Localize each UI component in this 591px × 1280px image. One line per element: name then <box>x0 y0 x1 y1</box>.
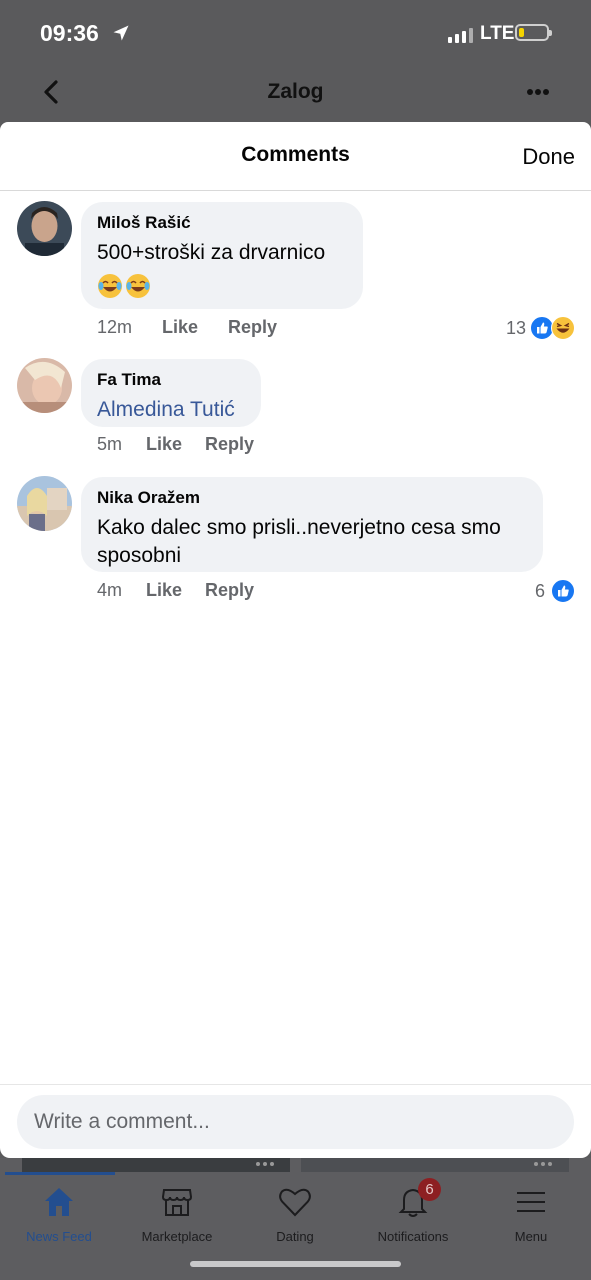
network-type: LTE <box>480 23 515 44</box>
comment-text: Kako dalec smo prisli..neverjetno cesa s… <box>97 516 501 567</box>
more-options-icon <box>256 1162 274 1166</box>
haha-reaction-icon <box>551 316 575 340</box>
reply-button[interactable]: Reply <box>228 317 277 338</box>
page-title: Zalog <box>267 80 324 103</box>
notification-count-badge: 6 <box>418 1178 441 1201</box>
comment-author[interactable]: Miloš Rašić <box>97 213 347 233</box>
storefront-icon <box>161 1189 193 1216</box>
comment-input[interactable]: Write a comment... <box>17 1095 574 1149</box>
more-options-icon[interactable] <box>526 88 550 96</box>
face-with-tears-of-joy-icon <box>126 274 150 298</box>
reply-button[interactable]: Reply <box>205 580 254 601</box>
feed-story-preview <box>301 1158 569 1172</box>
more-options-icon <box>534 1162 552 1166</box>
tab-notifications[interactable]: Notifications <box>354 1180 472 1250</box>
cellular-signal-icon <box>448 28 473 43</box>
like-button[interactable]: Like <box>162 317 198 338</box>
comments-header: Comments Done <box>0 122 591 191</box>
tab-marketplace[interactable]: Marketplace <box>118 1180 236 1250</box>
home-icon <box>45 1188 73 1216</box>
status-time: 09:36 <box>40 20 99 46</box>
tab-label: Menu <box>514 1229 548 1244</box>
reaction-count: 6 <box>534 580 545 601</box>
mentioned-user-link[interactable]: Almedina Tutić <box>97 396 245 424</box>
reaction-summary[interactable]: 13 <box>506 316 575 340</box>
like-reaction-icon <box>551 579 575 603</box>
feed-story-preview <box>22 1158 290 1172</box>
tab-label: Notifications <box>377 1229 449 1244</box>
done-button[interactable]: Done <box>522 144 575 170</box>
comment-meta: 4m Like Reply <box>97 580 254 601</box>
comment-author[interactable]: Nika Oražem <box>97 488 527 508</box>
reaction-count: 13 <box>505 317 526 338</box>
avatar[interactable] <box>17 358 72 413</box>
avatar[interactable] <box>17 201 72 256</box>
comment-meta: 12m Like Reply <box>97 317 277 338</box>
active-tab-indicator <box>5 1172 115 1175</box>
face-with-tears-of-joy-icon <box>98 274 122 298</box>
comment-age: 12m <box>97 317 133 337</box>
comments-title: Comments <box>241 143 350 166</box>
comment-input-placeholder: Write a comment... <box>34 1110 210 1133</box>
composer-divider <box>0 1084 591 1085</box>
location-arrow-icon <box>113 25 129 41</box>
hamburger-menu-icon <box>517 1192 545 1212</box>
tab-menu[interactable]: Menu <box>472 1180 590 1250</box>
tab-label: News Feed <box>26 1229 92 1244</box>
comment-bubble: Nika Oražem Kako dalec smo prisli..never… <box>81 477 543 572</box>
comment-emojis <box>97 273 347 299</box>
tab-label: Dating <box>276 1229 314 1244</box>
home-indicator[interactable] <box>190 1261 401 1267</box>
tab-label: Marketplace <box>141 1229 213 1244</box>
comment-meta: 5m Like Reply <box>97 434 254 455</box>
like-button[interactable]: Like <box>146 580 182 601</box>
comment-age: 4m <box>97 580 123 600</box>
comment-bubble: Miloš Rašić 500+stroški za drvarnico <box>81 202 363 309</box>
comment-author[interactable]: Fa Tima <box>97 370 245 390</box>
comment-age: 5m <box>97 434 123 454</box>
battery-icon <box>515 24 552 41</box>
comment-text: 500+stroški za drvarnico <box>97 241 326 264</box>
comment-bubble: Fa Tima Almedina Tutić <box>81 359 261 427</box>
heart-icon <box>279 1188 311 1217</box>
status-bar: 09:36 LTE <box>0 0 591 66</box>
tab-dating[interactable]: Dating <box>236 1180 354 1250</box>
comments-sheet: Comments Done Miloš Rašić 500+stroški za… <box>0 122 591 1158</box>
like-button[interactable]: Like <box>146 434 182 455</box>
reaction-summary[interactable]: 6 <box>535 579 575 603</box>
avatar[interactable] <box>17 476 72 531</box>
reply-button[interactable]: Reply <box>205 434 254 455</box>
tab-news-feed[interactable]: News Feed <box>0 1180 118 1250</box>
